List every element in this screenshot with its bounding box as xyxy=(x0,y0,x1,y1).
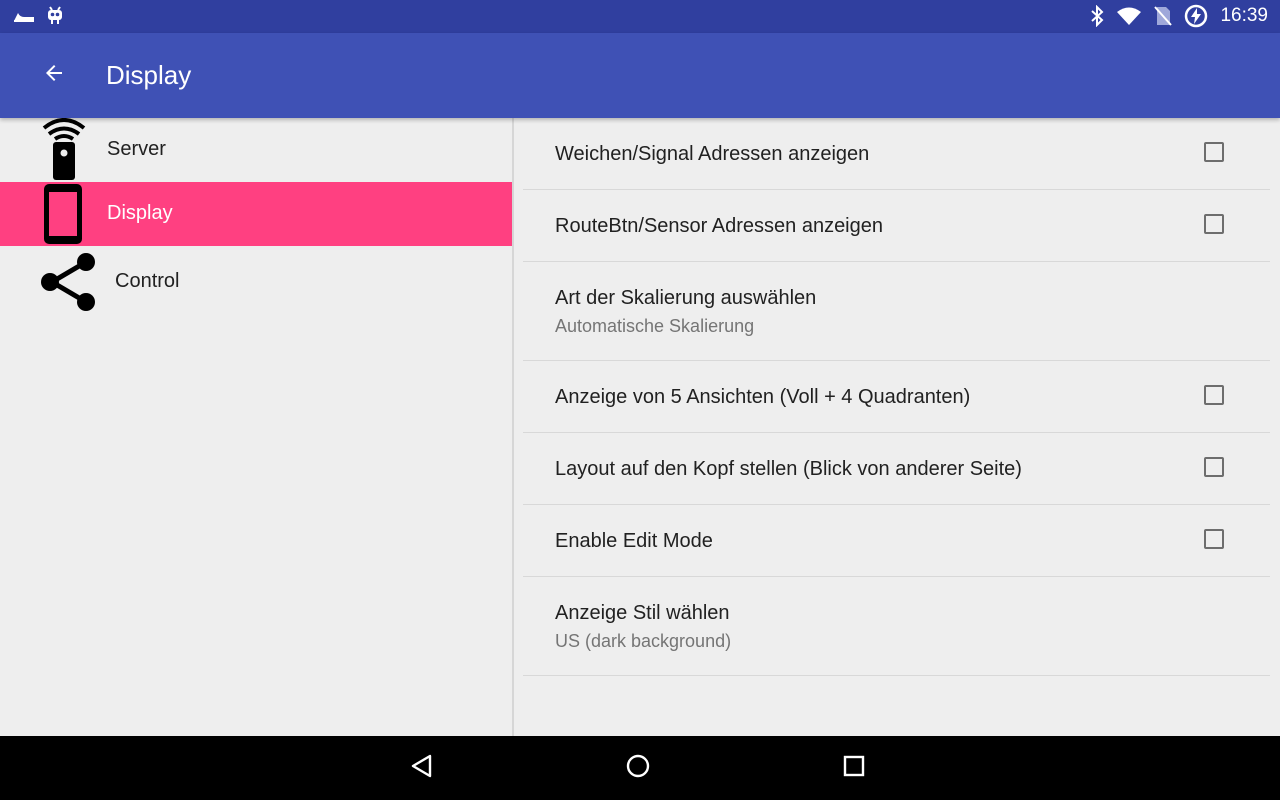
home-circle-icon xyxy=(625,753,651,784)
pref-scaling-type[interactable]: Art der Skalierung auswählen Automatisch… xyxy=(523,262,1270,361)
headers-list: Server Display Control xyxy=(0,118,512,736)
remote-control-icon xyxy=(36,118,96,182)
wifi-icon xyxy=(1116,6,1142,26)
pref-edit-mode[interactable]: Enable Edit Mode xyxy=(523,505,1270,577)
status-bar: 16:39 xyxy=(0,0,1280,33)
pref-summary: US (dark background) xyxy=(555,631,732,651)
pref-title: Layout auf den Kopf stellen (Blick von a… xyxy=(555,458,1022,480)
settings-screen: 16:39 Display Server Display Control Wei… xyxy=(0,0,1280,800)
pref-checkbox[interactable] xyxy=(1204,142,1224,162)
pref-turnout-signal-addresses[interactable]: Weichen/Signal Adressen anzeigen xyxy=(523,118,1270,190)
pref-five-views[interactable]: Anzeige von 5 Ansichten (Voll + 4 Quadra… xyxy=(523,361,1270,433)
app-bar: Display xyxy=(0,33,1280,118)
arrow-back-icon xyxy=(42,61,66,90)
signal-icon xyxy=(12,7,36,23)
pref-display-style[interactable]: Anzeige Stil wählen US (dark background) xyxy=(523,577,1270,676)
header-item-display[interactable]: Display xyxy=(0,182,512,246)
back-triangle-icon xyxy=(409,753,435,784)
pref-title: RouteBtn/Sensor Adressen anzeigen xyxy=(555,215,883,237)
phone-icon xyxy=(36,182,96,246)
pref-layout-flip[interactable]: Layout auf den Kopf stellen (Blick von a… xyxy=(523,433,1270,505)
nav-back-button[interactable] xyxy=(398,748,446,788)
page-title: Display xyxy=(106,60,192,90)
nav-home-button[interactable] xyxy=(614,748,662,788)
nav-recents-button[interactable] xyxy=(830,748,878,788)
header-label-control: Control xyxy=(115,270,180,292)
pref-title: Anzeige von 5 Ansichten (Voll + 4 Quadra… xyxy=(555,386,971,408)
header-label-server: Server xyxy=(107,138,166,160)
pref-summary: Automatische Skalierung xyxy=(555,316,755,336)
pref-checkbox[interactable] xyxy=(1204,385,1224,405)
pref-checkbox[interactable] xyxy=(1204,529,1224,549)
pref-checkbox[interactable] xyxy=(1204,214,1224,234)
header-item-control[interactable]: Control xyxy=(0,250,512,314)
pref-checkbox[interactable] xyxy=(1204,457,1224,477)
preferences-list: Weichen/Signal Adressen anzeigen RouteBt… xyxy=(514,118,1280,736)
header-label-display: Display xyxy=(107,202,173,224)
navigation-bar xyxy=(0,736,1280,800)
pref-routebtn-sensor-addresses[interactable]: RouteBtn/Sensor Adressen anzeigen xyxy=(523,190,1270,262)
back-button[interactable] xyxy=(30,55,78,95)
share-icon xyxy=(38,250,98,314)
recents-square-icon xyxy=(841,753,867,784)
header-item-server[interactable]: Server xyxy=(0,118,512,182)
pref-title: Anzeige Stil wählen xyxy=(555,602,730,624)
pref-title: Art der Skalierung auswählen xyxy=(555,287,817,309)
battery-charging-icon xyxy=(1184,4,1208,28)
pref-title: Weichen/Signal Adressen anzeigen xyxy=(555,143,870,165)
clock: 16:39 xyxy=(1220,5,1268,26)
no-sim-icon xyxy=(1154,5,1173,27)
cyanogen-bug-icon xyxy=(46,5,64,25)
pref-title: Enable Edit Mode xyxy=(555,530,713,552)
bluetooth-icon xyxy=(1090,5,1104,27)
